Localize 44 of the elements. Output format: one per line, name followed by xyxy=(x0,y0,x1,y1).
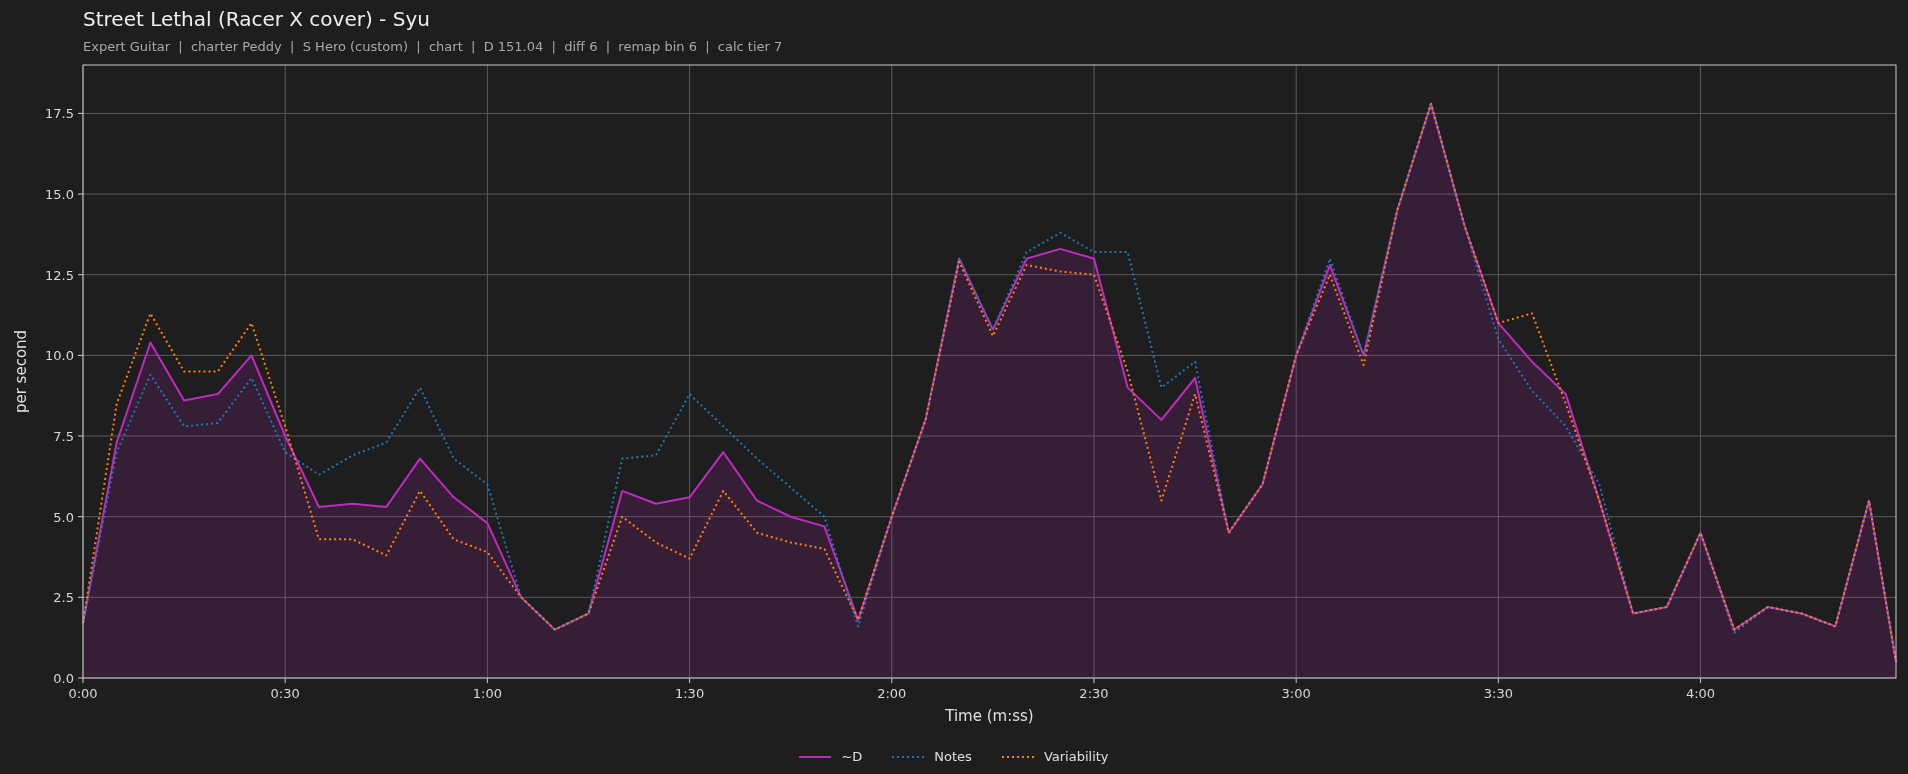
x-tick-label: 1:00 xyxy=(472,686,502,701)
x-tick-label: 4:00 xyxy=(1685,686,1716,701)
x-tick-label: 1:30 xyxy=(675,686,705,701)
x-tick-label: 3:00 xyxy=(1281,686,1311,701)
x-tick xyxy=(1497,677,1499,684)
y-tick xyxy=(77,596,84,598)
y-tick xyxy=(77,516,84,518)
x-tick-label: 2:30 xyxy=(1079,686,1109,701)
y-tick-label: 15.0 xyxy=(45,187,74,203)
x-tick xyxy=(82,677,84,684)
y-tick-label: 10.0 xyxy=(45,348,74,364)
y-tick xyxy=(77,354,84,356)
y-tick-label: 12.5 xyxy=(45,267,74,283)
legend-line-swatch xyxy=(1001,755,1034,759)
legend-label: Variability xyxy=(1043,748,1109,767)
chart-title: Street Lethal (Racer X cover) - Syu xyxy=(83,6,430,32)
x-tick xyxy=(284,677,286,684)
y-tick xyxy=(77,112,84,114)
y-tick-label: 7.5 xyxy=(53,429,74,445)
y-tick xyxy=(77,274,84,276)
y-tick-label: 17.5 xyxy=(45,106,74,122)
x-tick-label: 0:00 xyxy=(68,686,98,701)
x-tick xyxy=(891,677,893,684)
y-tick-label: 2.5 xyxy=(53,590,74,606)
x-tick xyxy=(1295,677,1297,684)
x-tick xyxy=(1700,677,1702,684)
chart-subtitle: Expert Guitar | charter Peddy | S Hero (custom) | chart | D 151.04 | diff 6 | remap bin 6 | calc tier 7 xyxy=(83,38,783,56)
legend-line-swatch xyxy=(892,755,925,759)
legend-label: ~D xyxy=(841,748,863,767)
x-tick-label: 0:30 xyxy=(270,686,300,701)
x-tick xyxy=(689,677,691,684)
x-tick xyxy=(486,677,488,684)
y-tick-label: 5.0 xyxy=(53,509,74,525)
y-tick xyxy=(77,435,84,437)
legend-line-swatch xyxy=(799,755,832,759)
x-tick xyxy=(1093,677,1095,684)
legend-label: Notes xyxy=(934,748,972,767)
x-tick-label: 3:30 xyxy=(1483,686,1513,701)
x-axis-label: Time (m:ss) xyxy=(945,707,1034,725)
y-tick-label: 0.0 xyxy=(53,671,74,686)
y-axis-label: per second xyxy=(12,329,30,414)
x-tick-label: 2:00 xyxy=(877,686,907,701)
y-tick xyxy=(77,677,84,679)
y-tick xyxy=(77,193,84,195)
